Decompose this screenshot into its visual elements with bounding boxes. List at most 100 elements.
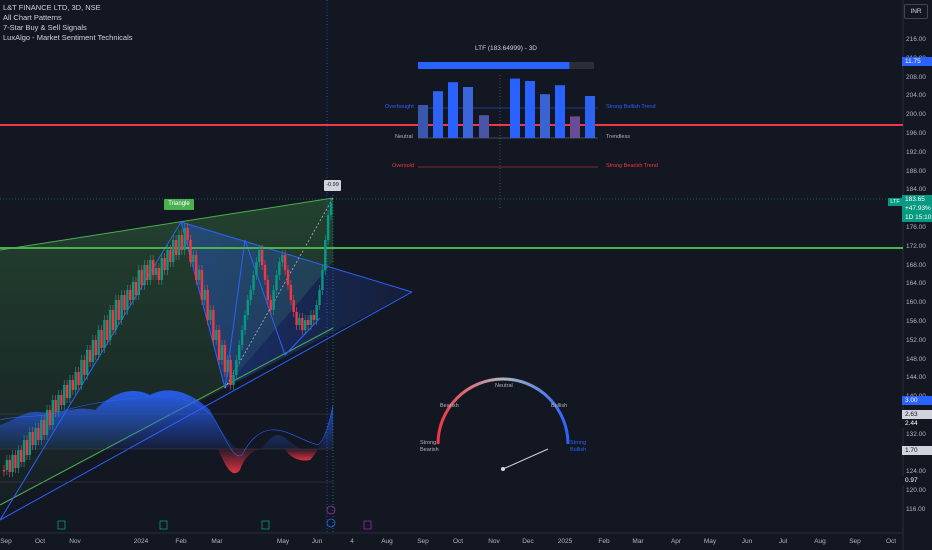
candle-body — [63, 385, 66, 405]
earnings-marker-3 — [261, 520, 270, 530]
candle-body — [186, 228, 189, 240]
last-price-change: +47.93% — [905, 205, 931, 212]
candle-body — [123, 295, 126, 310]
candle-body — [260, 250, 264, 265]
candle-body — [324, 240, 327, 270]
candle-body — [94, 340, 97, 355]
price-axis-label: 204.00 — [906, 92, 926, 100]
indicator-luxalgo[interactable]: LuxAlgo - Market Sentiment Technicals — [3, 33, 133, 43]
price-axis-label: 184.00 — [906, 186, 926, 194]
sentiment-bar — [463, 87, 473, 138]
candle-body — [229, 360, 232, 385]
candle-body — [318, 290, 321, 305]
candle-body — [169, 250, 172, 262]
osc-tag-3: 2.44 — [902, 419, 932, 428]
time-axis-label: Jul — [778, 538, 788, 545]
symbol-title[interactable]: L&T FINANCE LTD, 3D, NSE — [3, 3, 133, 13]
time-axis-label: Nov — [488, 538, 500, 545]
candle-body — [303, 320, 307, 330]
time-axis-label: Dec — [522, 538, 534, 545]
candle-body — [232, 375, 235, 385]
trendless-label: Trendless — [606, 134, 630, 140]
candle-body — [183, 228, 186, 250]
candle-body — [177, 235, 181, 255]
time-axis-label: Apr — [670, 538, 682, 545]
candle-body — [220, 345, 224, 360]
sentiment-bars — [418, 78, 595, 138]
sentiment-bar — [448, 82, 458, 138]
price-axis-label: 116.00 — [906, 506, 926, 513]
time-axis-label: Mar — [632, 538, 644, 545]
bar-countdown: 1D 15:10 — [905, 214, 932, 221]
time-axis-label: Aug — [814, 538, 826, 545]
price-axis-label: 172.00 — [906, 242, 926, 250]
earnings-marker-1 — [57, 520, 66, 530]
candle-body — [180, 235, 184, 250]
sentiment-bar — [418, 105, 428, 138]
candle-body — [249, 290, 252, 300]
time-axis-label: Oct — [885, 538, 897, 545]
candle-body — [28, 432, 32, 455]
candle-body — [48, 410, 52, 425]
candle-body — [246, 300, 250, 315]
candle-body — [292, 300, 295, 312]
sentiment-bar — [585, 96, 595, 138]
candle-body — [14, 455, 17, 468]
indicator-seven-star[interactable]: 7-Star Buy & Sell Signals — [3, 23, 133, 33]
time-axis-label: Mar — [211, 538, 223, 545]
time-axis-label: May — [703, 538, 717, 545]
sentiment-gauge — [436, 377, 570, 471]
price-axis-label: 168.00 — [906, 261, 926, 269]
candle-body — [278, 262, 281, 275]
candle-body — [174, 240, 178, 255]
candle-body — [312, 315, 315, 320]
price-axis-label: 152.00 — [906, 336, 926, 344]
candle-body — [126, 290, 129, 310]
price-chart[interactable] — [0, 0, 932, 550]
candle-body — [22, 440, 26, 462]
time-axis-label: 2025 — [557, 538, 573, 545]
candle-body — [243, 315, 247, 330]
candle-body — [206, 290, 209, 320]
candle-body — [8, 460, 11, 472]
candle-body — [172, 240, 175, 262]
candle-body — [192, 255, 195, 262]
sentiment-bar — [525, 81, 535, 138]
last-price-tag: 183.65 +47.93% 1D 15:10 — [902, 195, 932, 222]
candle-body — [77, 372, 80, 385]
level-tag-top: 11.75 — [902, 57, 932, 66]
osc-tag-4: 1.70 — [902, 446, 932, 455]
candle-body — [71, 380, 75, 390]
earnings-marker-2 — [159, 520, 168, 530]
indicator-all-patterns[interactable]: All Chart Patterns — [3, 13, 133, 23]
oversold-label: Oversold — [392, 163, 415, 169]
candle-body — [54, 400, 57, 412]
triangle-pattern-label[interactable]: Triangle — [164, 200, 194, 209]
candle-body — [275, 275, 278, 290]
time-axis-label: Sep — [849, 538, 861, 545]
price-axis-label: 196.00 — [906, 130, 926, 137]
time-axis-label: Feb — [598, 538, 610, 545]
price-axis-label: 200.00 — [906, 111, 926, 119]
candle-body — [74, 372, 77, 390]
price-axis-label: 120.00 — [906, 487, 926, 495]
price-axis-label: 156.00 — [906, 318, 926, 325]
candle-body — [42, 420, 46, 435]
osc-tag-2: 2.63 — [902, 410, 932, 419]
sentiment-bar — [479, 115, 489, 138]
osc-negative-area-2 — [285, 449, 318, 461]
currency-button[interactable]: INR — [904, 4, 928, 19]
candle-body — [117, 300, 120, 320]
price-axis-label: 160.00 — [906, 299, 926, 307]
candle-body — [5, 460, 9, 470]
candle-body — [20, 450, 23, 462]
price-axis-label: 188.00 — [906, 167, 926, 175]
candle-body — [269, 300, 272, 310]
sentiment-panel — [418, 62, 598, 210]
price-axis-label: 164.00 — [906, 280, 926, 288]
candle-body — [286, 270, 290, 285]
time-axis-label: Jun — [741, 538, 753, 545]
candle-body — [2, 470, 6, 472]
last-price-value: 183.65 — [905, 196, 925, 203]
price-axis-label: 124.00 — [906, 468, 926, 476]
